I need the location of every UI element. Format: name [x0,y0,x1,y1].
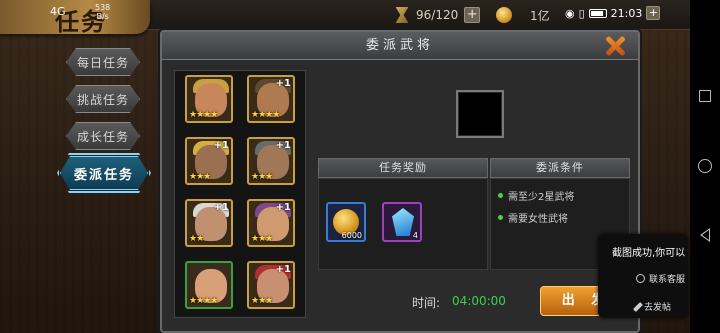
time-value: 04:00:00 [452,294,506,308]
wifi-icon: ◉ [565,6,575,20]
headset-icon [636,274,645,283]
hero-stars: ★★★ [251,172,273,182]
screenshot-toast: 截图成功,你可以 联系客服 去发帖 [598,234,688,318]
tab-daily[interactable]: 每日任务 [66,48,140,76]
signal-indicator: 4G [50,5,66,18]
pen-icon [633,301,643,312]
toast-message: 截图成功,你可以 [612,248,686,259]
contact-support-link[interactable]: 联系客服 [636,272,685,285]
tab-delegation[interactable]: 委派任务 [60,156,148,190]
condition-item: 需至少2星武将 [498,188,574,203]
hero-stars: ★★★ [251,234,273,244]
condition-text: 需要女性武将 [508,214,568,225]
coin-icon [496,7,512,23]
hero-stars: ★★★★ [189,110,218,120]
hero-plus: +1 [213,202,229,213]
delegate-hero-slot[interactable] [456,90,504,138]
recents-icon[interactable] [699,90,711,102]
hero-plus: +1 [275,264,291,275]
hero-plus: +1 [213,140,229,151]
stamina-value: 96/120 [416,8,459,22]
hero-card[interactable]: ★★★ +1 [185,137,233,185]
reward-item[interactable]: 6000 [326,202,366,242]
home-icon[interactable] [698,159,712,173]
hero-card[interactable]: ★★★★ [185,261,233,309]
condition-header: 委派条件 [490,158,630,178]
reward-item[interactable]: 4 [382,202,422,242]
hero-card[interactable]: ★★★ +1 [247,199,295,247]
add-coin-button[interactable]: + [646,6,661,20]
post-label: 去发帖 [644,303,672,313]
stamina-resource: 96/120 + [394,5,481,25]
blue-gem-icon [392,208,414,236]
hero-plus: +1 [275,202,291,213]
title-scroll: 任务 [0,0,150,36]
condition-dot-icon [498,215,503,220]
back-icon[interactable] [700,228,710,242]
reward-qty: 4 [412,231,418,240]
reward-header: 任务奖励 [318,158,488,178]
hero-stars: ★★★★ [251,110,280,120]
hero-card[interactable]: ★★★★ [185,75,233,123]
clock-time: 21:03 [610,6,643,20]
close-icon[interactable] [604,35,626,57]
condition-text: 需至少2星武将 [508,192,575,203]
hero-plus: +1 [275,78,291,89]
contact-label: 联系客服 [649,275,686,285]
tab-growth[interactable]: 成长任务 [66,122,140,150]
coin-resource: 1亿 [496,5,550,25]
hero-stars: ★★★★ [189,296,218,306]
tab-challenge[interactable]: 挑战任务 [66,85,140,113]
hero-stars: ★★ [189,234,204,244]
tab-label: 成长任务 [76,129,129,144]
vibrate-icon: ▯ [578,6,585,20]
tab-label: 每日任务 [76,55,129,70]
hero-card[interactable]: ★★★ +1 [247,137,295,185]
panel-title: 委派武将 [365,38,434,53]
tab-label: 挑战任务 [76,92,129,107]
hero-card[interactable]: ★★★ +1 [247,261,295,309]
hero-list: ★★★★ ★★★★ +1 ★★★ +1 ★★★ +1 ★★ +1 ★★★ +1 … [174,70,306,318]
panel-header: 委派武将 [162,32,638,60]
delegate-panel: 委派武将 ★★★★ ★★★★ +1 ★★★ +1 ★★★ +1 ★★ +1 ★★… [160,30,640,333]
add-stamina-button[interactable]: + [464,7,481,23]
system-nav-bar [690,0,720,333]
hero-card[interactable]: ★★★★ +1 [247,75,295,123]
condition-dot-icon [498,193,503,198]
condition-item: 需要女性武将 [498,210,568,225]
post-link[interactable]: 去发帖 [633,300,672,313]
system-status: ◉ ▯ 21:03 + [565,6,661,20]
battery-icon [588,8,607,18]
hero-stars: ★★★ [251,296,273,306]
time-label: 时间: [412,296,441,310]
reward-qty: 6000 [341,231,362,240]
tab-label: 委派任务 [73,167,134,183]
net-speed: 538 B/s [95,3,111,21]
coin-value: 1亿 [530,8,550,23]
hero-card[interactable]: ★★ +1 [185,199,233,247]
stamina-icon [395,7,409,23]
top-bar: 任务 4G 538 B/s 96/120 + 1亿 ◉ ▯ 21:03 + [0,0,690,36]
hero-plus: +1 [275,140,291,151]
hero-stars: ★★★ [189,172,211,182]
